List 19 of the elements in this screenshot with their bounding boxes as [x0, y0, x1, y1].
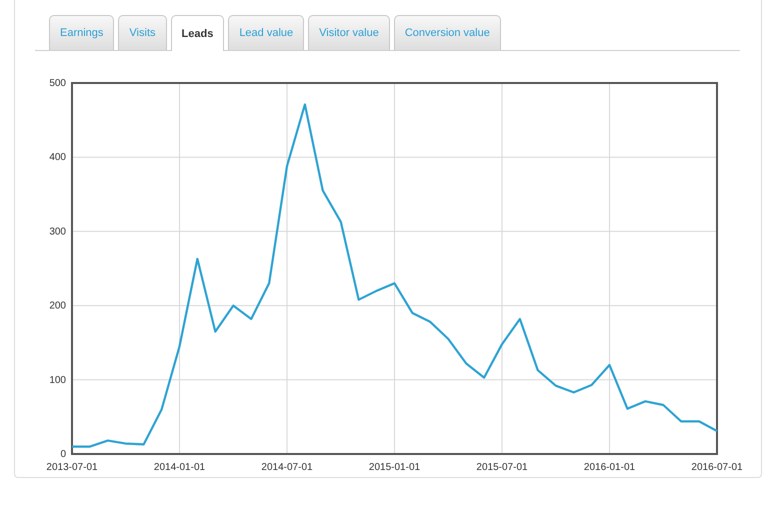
axis-label: 2014-07-01 [261, 462, 313, 473]
axis-label: 2014-01-01 [154, 462, 206, 473]
axis-label: 2016-07-01 [691, 462, 743, 473]
axis-label: 200 [49, 300, 66, 312]
axis-label: 500 [49, 78, 66, 89]
axis-label: 2016-01-01 [584, 462, 636, 473]
tab[interactable]: Visits [118, 15, 167, 50]
axis-label: 2013-07-01 [46, 462, 98, 473]
axis-label: 2015-01-01 [368, 462, 420, 473]
axis-label: 100 [49, 374, 66, 386]
axis-label: 2015-07-01 [476, 462, 528, 473]
tab[interactable]: Earnings [49, 15, 114, 50]
tab[interactable]: Conversion value [394, 15, 501, 50]
axis-label: 0 [60, 449, 66, 460]
axis-label: 400 [49, 152, 66, 164]
tab[interactable]: Leads [170, 15, 224, 51]
tab[interactable]: Visitor value [308, 15, 390, 50]
axis-label: 300 [49, 226, 66, 238]
tab[interactable]: Lead value [228, 15, 304, 50]
